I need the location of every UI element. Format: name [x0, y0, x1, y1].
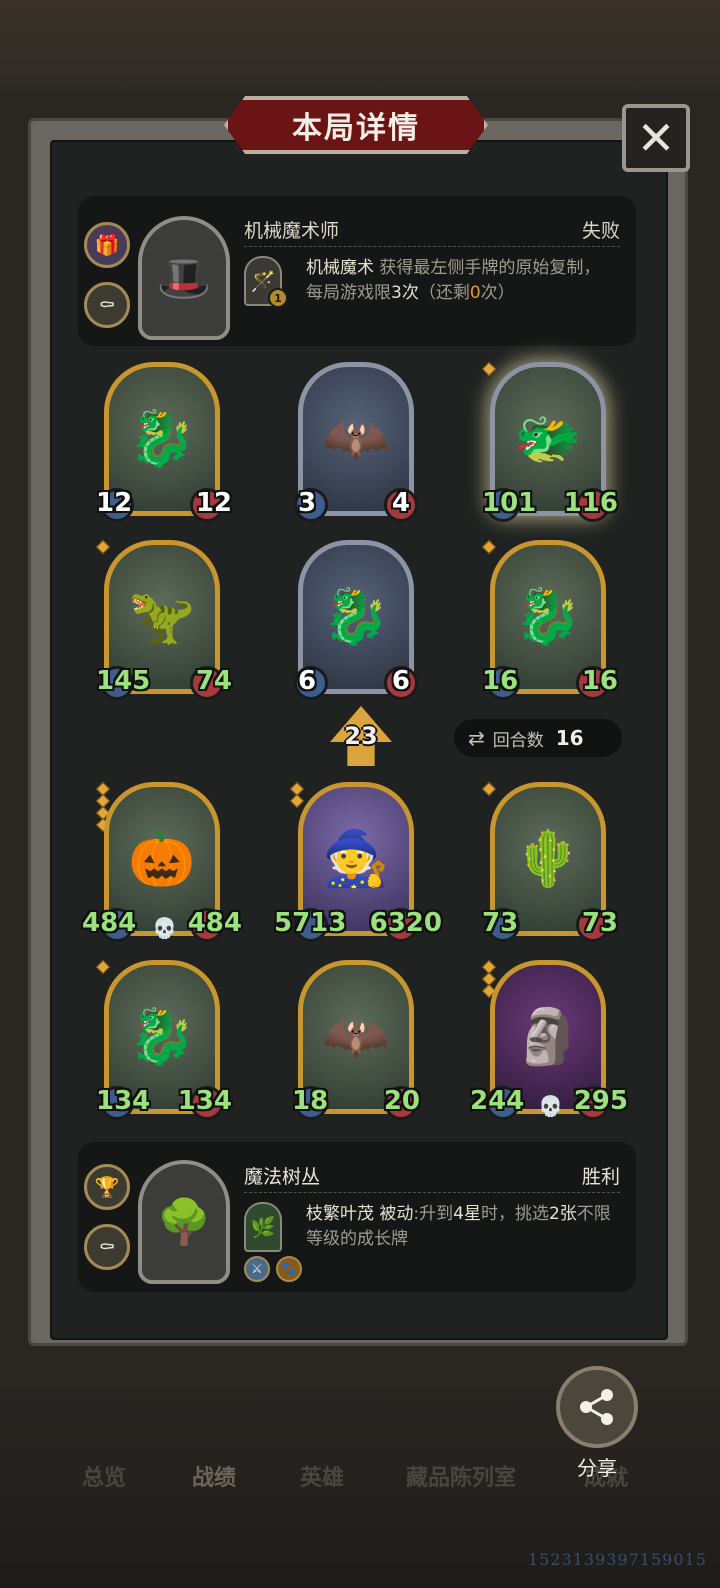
- skill-level-badge: 1: [268, 288, 288, 308]
- unit-attack: 244: [470, 1086, 525, 1116]
- unit-health: 6: [391, 666, 410, 696]
- unit-card-tiki[interactable]: 🗿 💀 244 295: [470, 959, 628, 1120]
- star-icon: [481, 539, 497, 555]
- unit-card-azure-dragon-bottom[interactable]: 🐉 134 134: [95, 959, 232, 1120]
- unit-attack: 6: [298, 666, 317, 696]
- star-icon: [481, 361, 497, 377]
- unit-attack: 101: [482, 488, 537, 518]
- hero-skill-icon[interactable]: 🌿: [244, 1202, 282, 1252]
- unit-card-pumpkin[interactable]: 🎃 💀 484 484: [82, 781, 242, 942]
- rounds-counter: ⇄ 回合数 16: [454, 719, 622, 757]
- unit-card-blue-dino[interactable]: 🦖 145 74: [95, 539, 232, 700]
- skill-limit: 3次: [391, 283, 419, 303]
- unit-attack: 484: [82, 908, 137, 938]
- unit-health: 134: [177, 1086, 232, 1116]
- unit-health: 74: [195, 666, 232, 696]
- skill-desc-a: :升到: [413, 1204, 454, 1224]
- unit-attack: 5713: [274, 908, 347, 938]
- page-title: 本局详情: [292, 111, 420, 146]
- coffin-icon[interactable]: ⚰: [84, 282, 130, 328]
- nav-records[interactable]: 战绩: [192, 1460, 236, 1492]
- title-plaque: 本局详情: [224, 96, 488, 154]
- skill-name: 机械魔术: [306, 258, 374, 278]
- match-result: 失败: [581, 220, 620, 242]
- unit-health: 295: [573, 1086, 628, 1116]
- star-icon: [95, 959, 111, 975]
- star-icon: [95, 539, 111, 555]
- crossed-swords-icon[interactable]: ⚔: [244, 1256, 270, 1282]
- share-icon: [580, 1389, 613, 1425]
- background-top: [0, 0, 720, 90]
- trophy-icon[interactable]: 🏆: [84, 1164, 130, 1210]
- skill-description: 枝繁叶茂 被动:升到4星时，挑选2张不限等级的成长牌: [306, 1202, 616, 1252]
- unit-health: 116: [563, 488, 618, 518]
- unit-attack: 73: [482, 908, 519, 938]
- unit-health: 6320: [369, 908, 442, 938]
- unit-attack: 145: [96, 666, 151, 696]
- skill-star: 4星: [453, 1204, 481, 1224]
- unit-health: 484: [187, 908, 242, 938]
- divider: [244, 246, 620, 247]
- skill-count: 2张: [548, 1204, 577, 1224]
- unit-card-bat-dragon[interactable]: 🦇 3 4: [294, 362, 418, 522]
- dragon-tribe-icon[interactable]: 🐾: [276, 1256, 302, 1282]
- unit-health: 73: [581, 908, 618, 938]
- unit-card-azure-dragon[interactable]: 🐉 6 6: [294, 540, 418, 700]
- skill-description: 机械魔术 获得最左侧手牌的原始复制，每局游戏限3次（还剩0次）: [306, 256, 616, 306]
- unit-card-witch[interactable]: 🧙 5713 6320: [274, 781, 442, 942]
- close-button[interactable]: ✕: [622, 104, 690, 172]
- rounds-label: 回合数: [492, 730, 544, 751]
- watermark-text: 1523139397159015: [528, 1550, 707, 1569]
- unit-card-green-dragon[interactable]: 🐲 101 116: [481, 361, 618, 522]
- unit-attack: 18: [292, 1086, 329, 1116]
- unit-card-azure-dragon-gold[interactable]: 🐉 16 16: [481, 539, 618, 700]
- nav-overview[interactable]: 总览: [82, 1460, 126, 1492]
- hero-portrait-tree[interactable]: 🌳: [138, 1160, 230, 1284]
- skill-desc-c: 次）: [480, 283, 515, 303]
- star-icon: [289, 793, 305, 809]
- gift-box-icon[interactable]: 🎁: [84, 222, 130, 268]
- skull-icon: 💀: [152, 916, 177, 940]
- nav-heroes[interactable]: 英雄: [300, 1460, 344, 1492]
- skill-name: 枝繁叶茂: [306, 1204, 374, 1224]
- unit-health: 4: [391, 488, 410, 518]
- skill-desc-b: （还剩: [418, 283, 470, 303]
- unit-health: 16: [581, 666, 618, 696]
- match-result: 胜利: [581, 1166, 620, 1188]
- rounds-value: 16: [555, 726, 584, 750]
- nav-collection[interactable]: 藏品陈列室: [406, 1460, 516, 1492]
- unit-attack: 3: [298, 488, 317, 518]
- share-button[interactable]: [556, 1366, 638, 1448]
- repeat-icon: ⇄: [468, 726, 485, 750]
- skill-tag: 被动: [379, 1204, 414, 1224]
- unit-card-bat-dragon-bottom[interactable]: 🦇 18 20: [292, 960, 420, 1120]
- skull-icon: 💀: [538, 1094, 563, 1118]
- unit-card-cactus[interactable]: 🌵 73 73: [481, 781, 618, 942]
- opponent-card: 🎁 ⚰ 🎩 机械魔术师 失败 🪄 1 机械魔术 获得最左侧手牌的原始复制，每局游…: [78, 196, 636, 346]
- unit-card-dark-dragon[interactable]: 🐉 12 12: [96, 362, 232, 522]
- unit-attack: 12: [96, 488, 133, 518]
- unit-health: 20: [383, 1086, 420, 1116]
- unit-attack: 16: [482, 666, 519, 696]
- coffin-icon[interactable]: ⚰: [84, 1224, 130, 1270]
- trait-badges: ⚔ 🐾: [244, 1256, 302, 1282]
- player-card: 🏆 ⚰ 🌳 魔法树丛 胜利 🌿 枝繁叶茂 被动:升到4星时，挑选2张不限等级的成…: [78, 1142, 636, 1292]
- turn-indicator-value: 23: [344, 722, 378, 750]
- unit-health: 12: [195, 488, 232, 518]
- hero-portrait-magician[interactable]: 🎩: [138, 216, 230, 340]
- close-icon: ✕: [636, 111, 676, 165]
- skill-desc-b: 时，挑选: [480, 1204, 549, 1224]
- star-icon: [481, 781, 497, 797]
- divider: [244, 1192, 620, 1193]
- skill-remaining: 0: [469, 283, 481, 303]
- unit-attack: 134: [96, 1086, 151, 1116]
- share-label: 分享: [577, 1456, 617, 1480]
- hero-name: 机械魔术师: [244, 220, 340, 242]
- hero-name: 魔法树丛: [244, 1166, 321, 1188]
